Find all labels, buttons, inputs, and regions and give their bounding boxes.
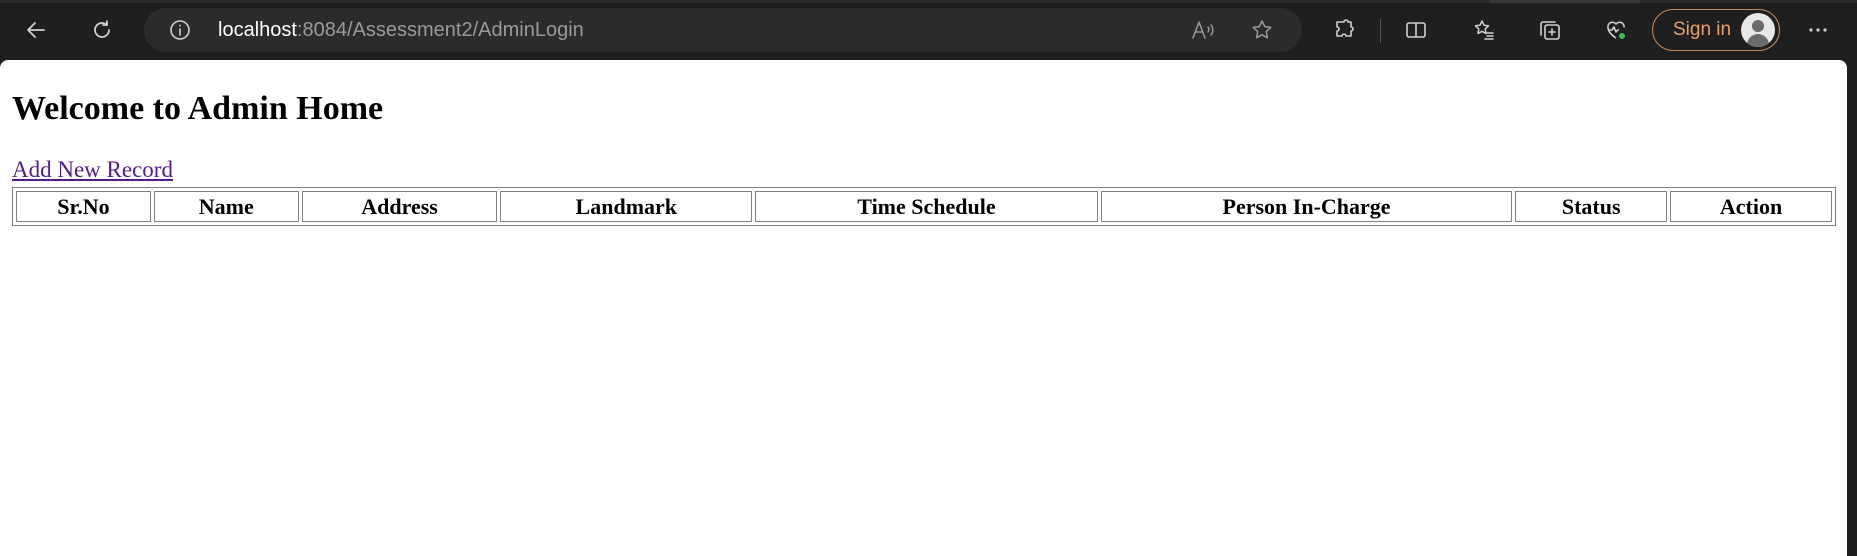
collections-button[interactable] <box>1532 12 1568 48</box>
table-header-row: Sr.No Name Address Landmark Time Schedul… <box>16 191 1832 222</box>
split-screen-icon <box>1406 22 1426 38</box>
star-icon[interactable] <box>1250 18 1274 42</box>
column-header-time-schedule: Time Schedule <box>755 191 1098 222</box>
more-icon <box>1809 28 1827 32</box>
tab-edge <box>1490 0 1640 3</box>
back-arrow-icon <box>27 22 45 38</box>
url-path: :8084/Assessment2/AdminLogin <box>296 19 584 41</box>
column-header-person-in-charge: Person In-Charge <box>1100 191 1513 222</box>
column-header-address: Address <box>301 191 498 222</box>
column-header-status: Status <box>1515 191 1668 222</box>
address-url[interactable]: localhost:8084/Assessment2/AdminLogin <box>218 18 584 42</box>
split-screen-button[interactable] <box>1398 12 1434 48</box>
browser-essentials-button[interactable] <box>1598 12 1634 48</box>
toolbar-separator <box>1380 19 1381 43</box>
page-title: Welcome to Admin Home <box>12 90 384 127</box>
extensions-button[interactable] <box>1326 12 1362 48</box>
extensions-icon <box>1336 19 1354 37</box>
column-header-landmark: Landmark <box>500 191 753 222</box>
browser-essentials-icon <box>1607 21 1626 40</box>
column-header-action: Action <box>1670 191 1832 222</box>
avatar-icon <box>1741 13 1775 47</box>
sign-in-button[interactable]: Sign in <box>1652 9 1780 51</box>
refresh-icon <box>94 20 110 38</box>
address-bar[interactable]: localhost:8084/Assessment2/AdminLogin <box>144 8 1302 52</box>
column-header-name: Name <box>153 191 299 222</box>
back-button[interactable] <box>18 12 54 48</box>
sign-in-label: Sign in <box>1673 19 1732 40</box>
records-table: Sr.No Name Address Landmark Time Schedul… <box>12 187 1836 226</box>
read-aloud-icon[interactable] <box>1190 18 1216 42</box>
info-icon[interactable] <box>168 18 192 42</box>
favorites-button[interactable] <box>1466 12 1502 48</box>
url-host: localhost <box>218 19 297 41</box>
collections-icon <box>1540 21 1560 40</box>
add-new-record-link[interactable]: Add New Record <box>12 157 173 183</box>
browser-toolbar: localhost:8084/Assessment2/AdminLogin Si… <box>0 0 1857 60</box>
tab-strip-edge <box>0 0 1857 3</box>
page-content: Welcome to Admin Home Add New Record Sr.… <box>0 60 1847 556</box>
favorites-list-icon <box>1474 20 1494 40</box>
column-header-srno: Sr.No <box>16 191 151 222</box>
more-button[interactable] <box>1800 12 1836 48</box>
refresh-button[interactable] <box>84 12 120 48</box>
